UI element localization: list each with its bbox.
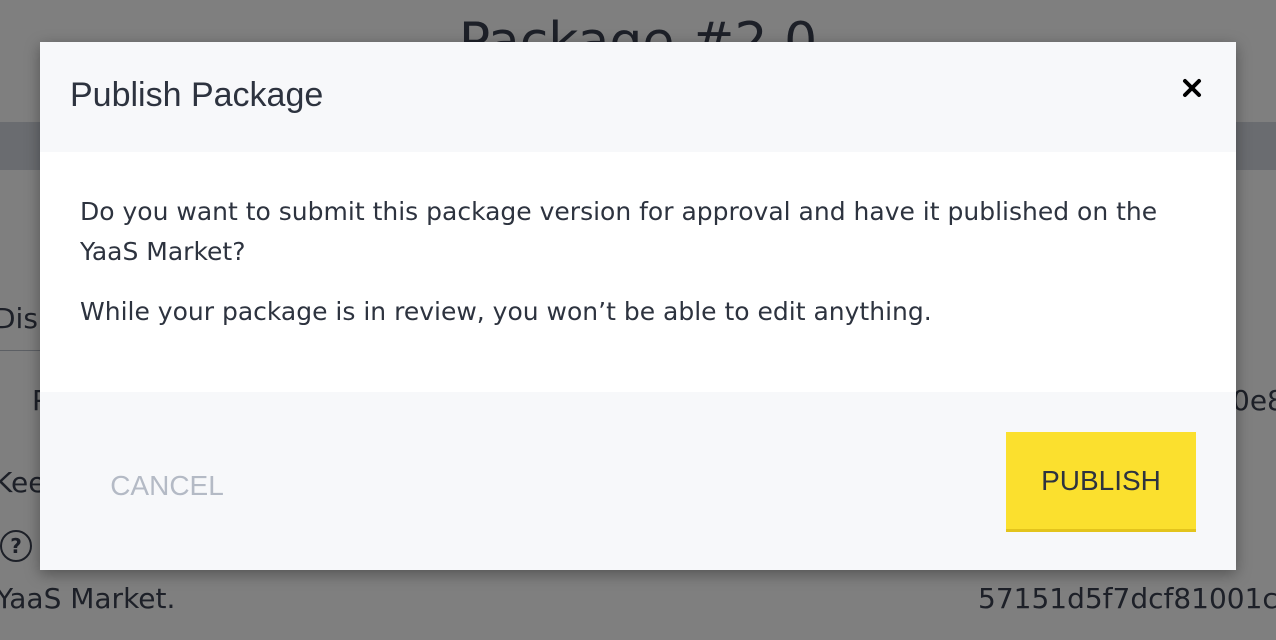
close-button[interactable] — [1176, 72, 1208, 104]
publish-package-dialog: Publish Package Do you want to submit th… — [40, 42, 1236, 570]
dialog-header: Publish Package — [40, 42, 1236, 152]
dialog-title: Publish Package — [70, 76, 324, 114]
publish-button[interactable]: PUBLISH — [1006, 432, 1196, 532]
cancel-button[interactable]: CANCEL — [102, 464, 232, 508]
dialog-body: Do you want to submit this package versi… — [40, 152, 1236, 392]
dialog-question-text: Do you want to submit this package versi… — [80, 197, 1158, 266]
dialog-footer: CANCEL PUBLISH — [40, 392, 1236, 570]
close-icon — [1176, 72, 1208, 104]
dialog-notice-text: While your package is in review, you won… — [80, 297, 932, 326]
